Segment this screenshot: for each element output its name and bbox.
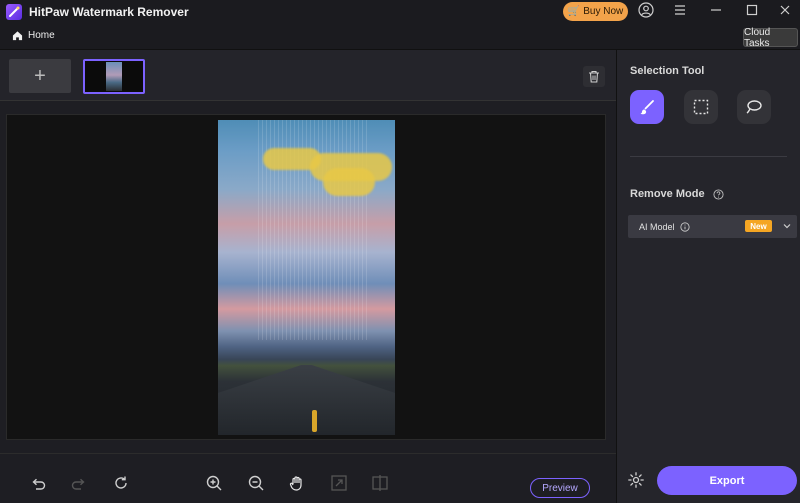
reset-icon[interactable] [112, 474, 130, 492]
brush-icon [640, 100, 654, 115]
help-icon[interactable] [713, 188, 724, 200]
new-badge: New [745, 220, 772, 232]
road-center-line [312, 410, 317, 432]
zoom-out-icon[interactable] [247, 474, 265, 492]
home-label: Home [28, 30, 55, 41]
brush-tool-button[interactable] [630, 90, 664, 124]
title-bar: HitPaw Watermark Remover 🛒 Buy Now [0, 0, 800, 24]
lasso-icon [746, 100, 762, 114]
video-thumbnail[interactable] [83, 59, 145, 94]
remove-mode-select[interactable]: AI Model New [628, 215, 797, 238]
panel-divider [630, 156, 787, 157]
undo-icon[interactable] [29, 474, 47, 492]
home-link[interactable]: Home [12, 30, 55, 41]
mode-select-value: AI Model [639, 221, 675, 232]
redo-icon[interactable] [70, 474, 88, 492]
maximize-icon[interactable] [745, 3, 759, 17]
selection-highlight [323, 168, 375, 196]
rectangle-tool-button[interactable] [684, 90, 718, 124]
selection-tool-title: Selection Tool [630, 65, 705, 77]
road [218, 365, 395, 435]
trash-icon [589, 70, 599, 83]
video-frame[interactable] [218, 120, 395, 435]
lasso-tool-button[interactable] [737, 90, 771, 124]
info-icon[interactable] [679, 221, 690, 232]
remove-mode-label: Remove Mode [630, 188, 705, 200]
export-button[interactable]: Export [657, 466, 797, 495]
account-icon[interactable] [638, 2, 654, 18]
cloud-tasks-button[interactable]: Cloud Tasks [743, 27, 798, 49]
hand-icon[interactable] [288, 474, 306, 492]
thumbnail-strip: + [0, 50, 616, 101]
preview-button[interactable]: Preview [530, 478, 590, 498]
home-icon [12, 31, 23, 41]
remove-mode-title: Remove Mode [630, 188, 724, 200]
buy-now-label: Buy Now [583, 6, 624, 17]
minimize-icon[interactable] [709, 3, 723, 17]
rectangle-select-icon [693, 99, 709, 115]
delete-button[interactable] [583, 66, 605, 87]
buy-now-button[interactable]: 🛒 Buy Now [563, 2, 628, 21]
menu-icon[interactable] [673, 3, 687, 17]
cart-icon: 🛒 [567, 6, 581, 17]
right-panel: Selection Tool Remove Mode AI Model New … [616, 50, 800, 503]
app-logo-icon [6, 4, 22, 20]
add-media-button[interactable]: + [9, 59, 71, 93]
compare-icon[interactable] [371, 474, 389, 492]
chevron-down-icon [783, 224, 791, 229]
app-title: HitPaw Watermark Remover [29, 5, 189, 19]
bottom-toolbar: Preview [0, 453, 616, 503]
workspace: + Preview [0, 50, 616, 503]
canvas-area[interactable] [6, 114, 606, 440]
settings-icon[interactable] [627, 471, 645, 489]
fit-screen-icon[interactable] [330, 474, 348, 492]
zoom-in-icon[interactable] [205, 474, 223, 492]
thumbnail-image [106, 62, 122, 91]
nav-bar: Home Cloud Tasks [0, 24, 800, 50]
close-icon[interactable] [778, 3, 792, 17]
